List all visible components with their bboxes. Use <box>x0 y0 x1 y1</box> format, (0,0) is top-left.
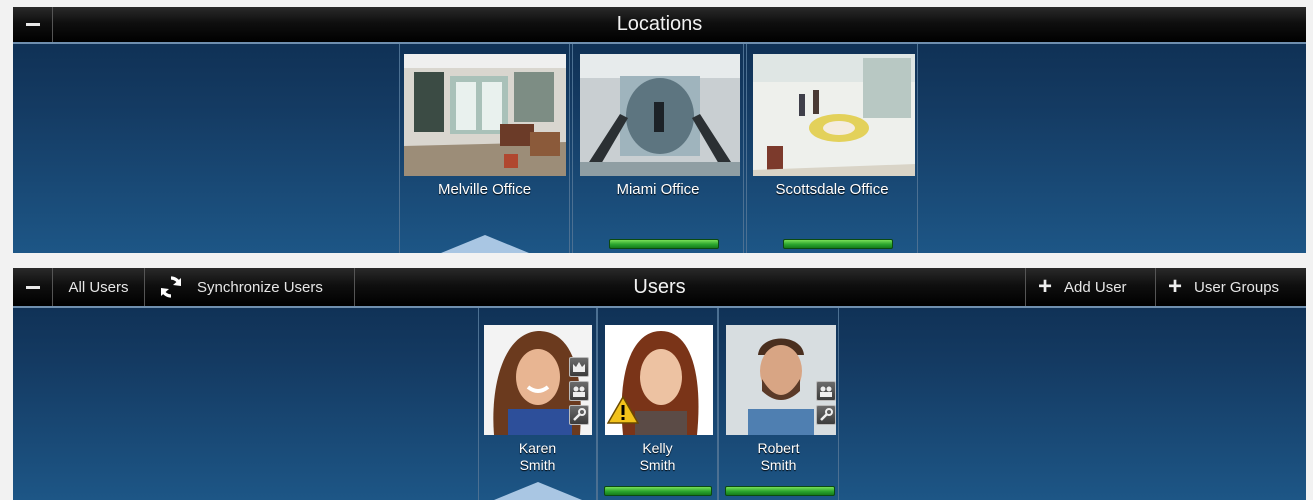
user-first-name: Kelly <box>642 440 673 456</box>
wrench-icon <box>816 405 836 425</box>
user-status-bar-kelly <box>604 486 712 496</box>
user-last-name: Smith <box>760 457 797 473</box>
location-photo-miami <box>580 54 740 176</box>
location-status-bar-scottsdale <box>783 239 893 249</box>
location-card-miami[interactable]: Miami Office <box>572 44 744 253</box>
user-last-name: Smith <box>519 457 556 473</box>
location-photo-melville <box>404 54 566 176</box>
location-name-melville: Melville Office <box>437 181 532 198</box>
group-icon <box>816 381 836 401</box>
user-last-name: Smith <box>639 457 676 473</box>
location-photo-scottsdale <box>753 54 915 176</box>
location-name-scottsdale: Scottsdale Office <box>775 181 889 198</box>
locations-panel: Locations Melville Office Miami Office S… <box>13 7 1306 253</box>
location-card-scottsdale[interactable]: Scottsdale Office <box>746 44 918 253</box>
warning-icon <box>606 395 640 429</box>
user-card-robert-smith[interactable]: Robert Smith <box>718 308 839 500</box>
selection-indicator-arrow <box>494 482 582 500</box>
user-status-bar-robert <box>725 486 835 496</box>
admin-crown-icon <box>569 357 589 377</box>
users-panel: All Users Synchronize Users Users + Add … <box>13 268 1306 500</box>
user-card-kelly-smith[interactable]: Kelly Smith <box>597 308 718 500</box>
location-name-miami: Miami Office <box>616 181 700 198</box>
group-icon <box>569 381 589 401</box>
user-first-name: Robert <box>757 440 800 456</box>
wrench-icon <box>569 405 589 425</box>
location-status-bar-miami <box>609 239 719 249</box>
user-first-name: Karen <box>518 440 557 456</box>
location-card-melville[interactable]: Melville Office <box>399 44 570 253</box>
user-card-karen-smith[interactable]: Karen Smith <box>478 308 597 500</box>
selection-indicator-arrow <box>441 235 529 253</box>
